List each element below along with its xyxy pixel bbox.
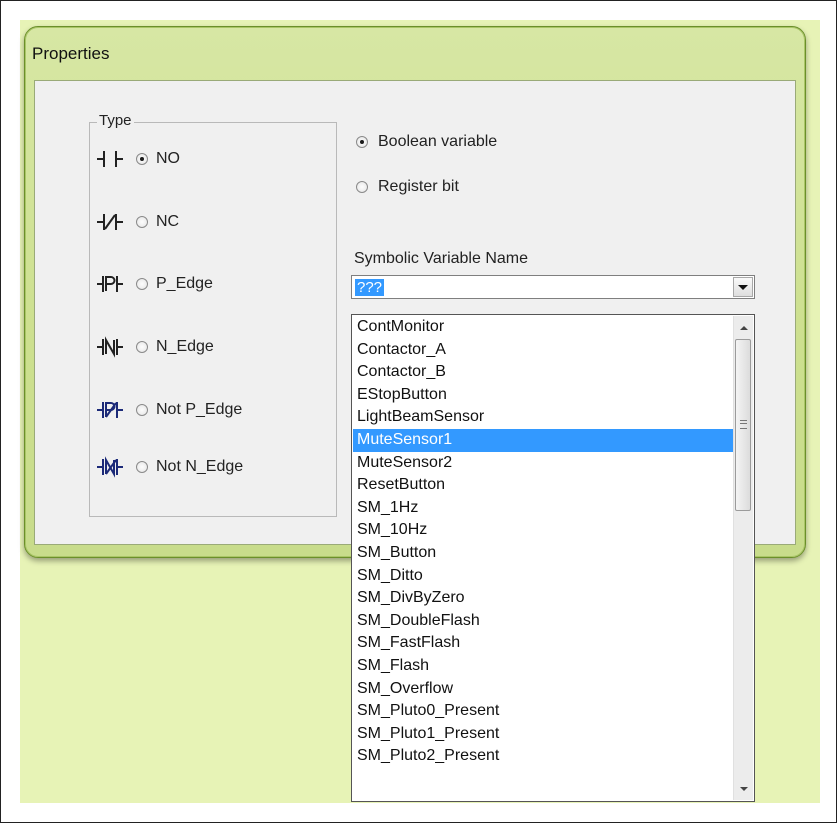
scroll-up-button[interactable] (734, 318, 753, 337)
type-n-edge-label: N_Edge (156, 338, 214, 355)
dropdown-item[interactable]: SM_Pluto1_Present (353, 723, 734, 746)
type-option-nc[interactable]: NC (96, 210, 179, 234)
register-bit-option[interactable]: Register bit (356, 175, 459, 199)
window-title: Properties (32, 44, 110, 63)
dropdown-item[interactable]: EStopButton (353, 384, 734, 407)
symbolic-variable-label: Symbolic Variable Name (354, 250, 528, 267)
type-n-edge-radio[interactable] (136, 341, 148, 353)
contact-not-n-edge-icon (96, 455, 130, 479)
dropdown-item[interactable]: SM_Flash (353, 655, 734, 678)
type-option-not-p-edge[interactable]: Not P_Edge (96, 398, 242, 422)
dropdown-item[interactable]: SM_DivByZero (353, 587, 734, 610)
scrollbar-grip-icon (740, 420, 747, 429)
dropdown-item[interactable]: LightBeamSensor (353, 406, 734, 429)
dropdown-item[interactable]: SM_Pluto2_Present (353, 745, 734, 768)
scroll-up-arrow-icon (739, 325, 748, 330)
type-p-edge-label: P_Edge (156, 275, 213, 292)
type-option-not-n-edge[interactable]: Not N_Edge (96, 455, 243, 479)
dropdown-item[interactable]: MuteSensor1 (353, 428, 734, 452)
type-option-p-edge[interactable]: P_Edge (96, 272, 213, 296)
register-bit-label: Register bit (378, 178, 459, 195)
boolean-variable-label: Boolean variable (378, 133, 498, 150)
contact-p-edge-icon (96, 272, 130, 296)
contact-not-p-edge-icon (96, 398, 130, 422)
contact-nc-icon (96, 210, 130, 234)
dropdown-item[interactable]: ResetButton (353, 474, 734, 497)
symbolic-variable-dropdown-list[interactable]: ContMonitor Contactor_A Contactor_B EStopBu… (351, 314, 755, 802)
dropdown-item[interactable]: SM_FastFlash (353, 632, 734, 655)
chevron-down-icon (738, 284, 748, 290)
dropdown-item[interactable]: SM_Overflow (353, 678, 734, 701)
type-option-no[interactable]: NO (96, 147, 180, 171)
type-p-edge-radio[interactable] (136, 278, 148, 290)
type-no-radio[interactable] (136, 153, 148, 165)
dropdown-item[interactable]: SM_Ditto (353, 565, 734, 588)
dropdown-item[interactable]: ContMonitor (353, 316, 734, 339)
scrollbar-thumb[interactable] (735, 339, 751, 511)
dropdown-item[interactable]: SM_10Hz (353, 519, 734, 542)
type-group-label: Type (97, 112, 134, 129)
type-not-n-edge-radio[interactable] (136, 461, 148, 473)
dropdown-item[interactable]: SM_1Hz (353, 497, 734, 520)
type-no-label: NO (156, 150, 180, 167)
dropdown-item[interactable]: MuteSensor2 (353, 452, 734, 475)
symbolic-variable-value[interactable]: ??? (355, 279, 385, 296)
type-not-p-edge-radio[interactable] (136, 404, 148, 416)
type-nc-label: NC (156, 213, 180, 230)
dropdown-item[interactable]: Contactor_B (353, 361, 734, 384)
boolean-variable-option[interactable]: Boolean variable (356, 130, 497, 154)
combobox-dropdown-button[interactable] (733, 277, 753, 297)
type-nc-radio[interactable] (136, 216, 148, 228)
dropdown-items: ContMonitor Contactor_A Contactor_B EStopBu… (353, 316, 734, 768)
contact-no-icon (96, 147, 130, 171)
dropdown-item[interactable]: SM_DoubleFlash (353, 610, 734, 633)
register-bit-radio[interactable] (356, 181, 368, 193)
dropdown-item[interactable]: SM_Button (353, 542, 734, 565)
dropdown-item[interactable]: Contactor_A (353, 339, 734, 362)
dropdown-scrollbar[interactable] (733, 316, 753, 800)
scroll-down-arrow-icon (739, 786, 748, 791)
type-not-p-edge-label: Not P_Edge (156, 401, 243, 418)
dropdown-item[interactable]: SM_Pluto0_Present (353, 700, 734, 723)
scroll-down-button[interactable] (734, 779, 753, 798)
contact-n-edge-icon (96, 335, 130, 359)
type-not-n-edge-label: Not N_Edge (156, 458, 244, 475)
boolean-variable-radio[interactable] (356, 136, 368, 148)
symbolic-variable-combobox[interactable]: ??? (351, 275, 755, 299)
type-option-n-edge[interactable]: N_Edge (96, 335, 214, 359)
